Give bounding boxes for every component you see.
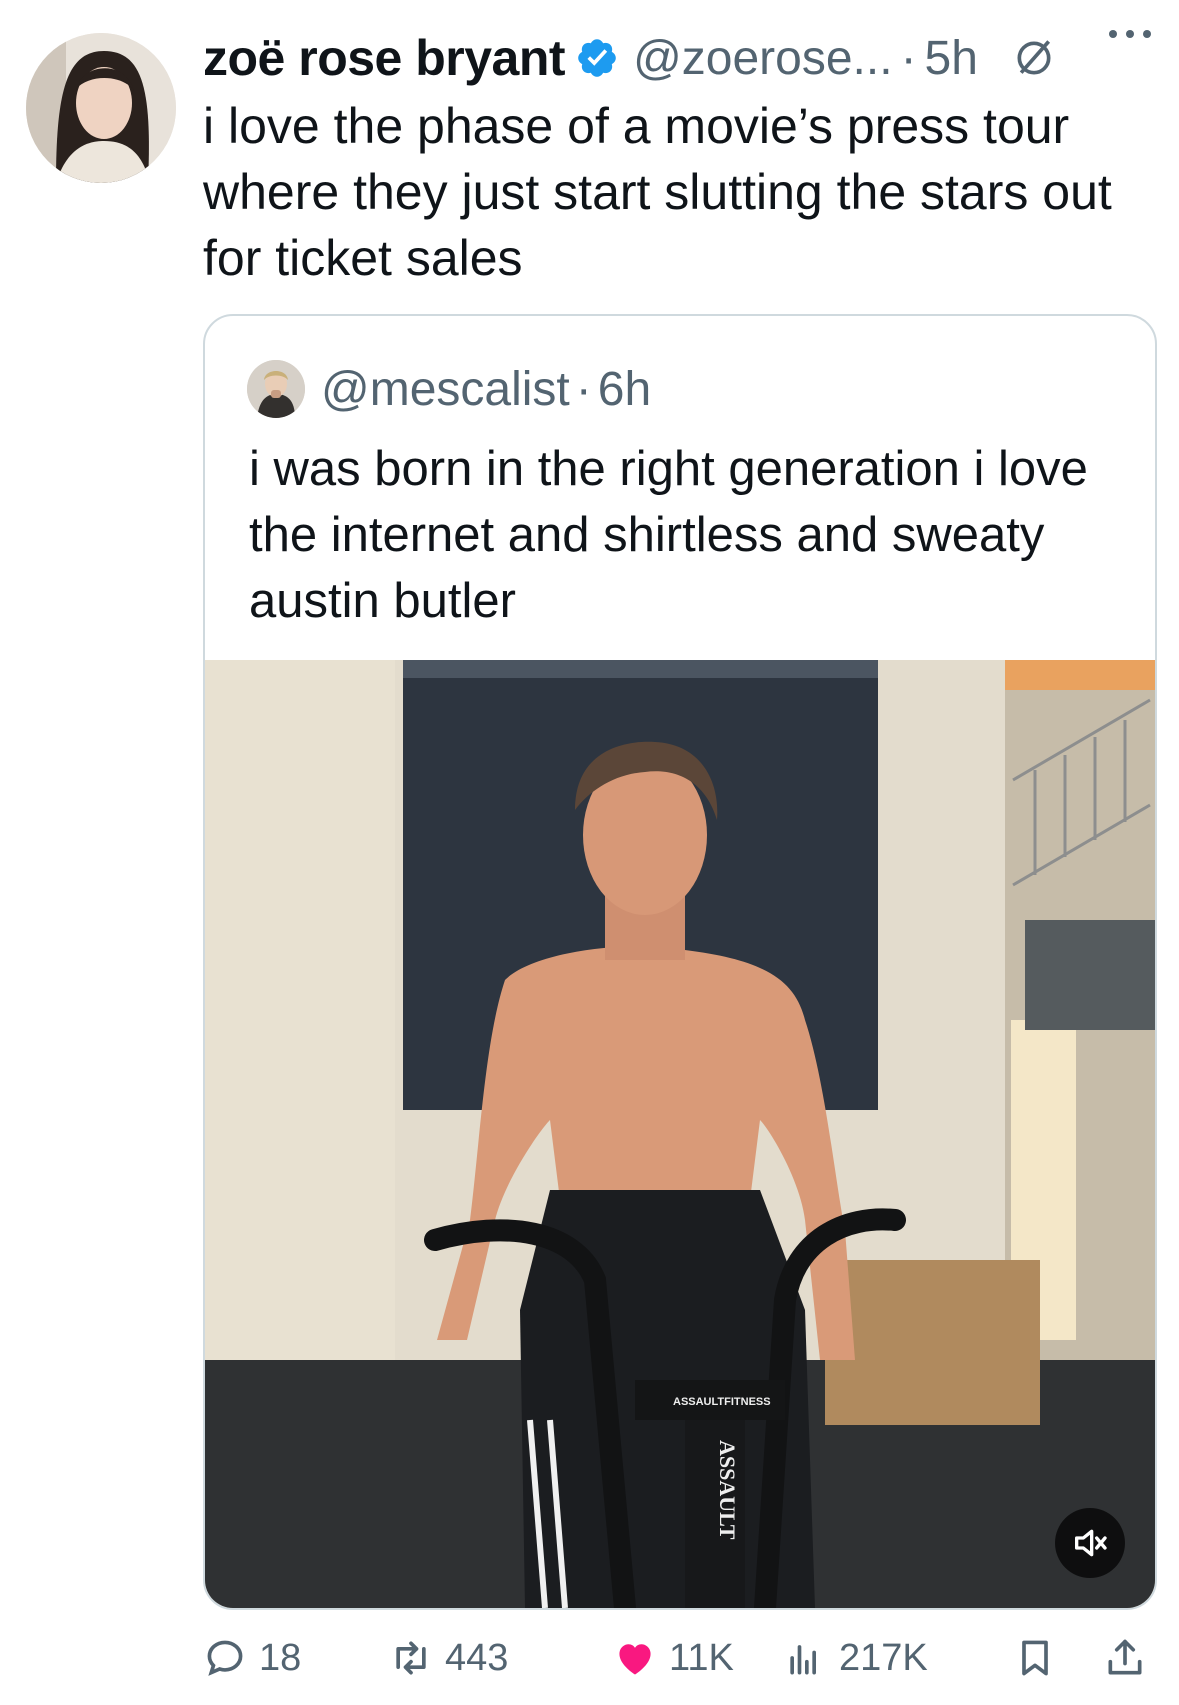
reply-button[interactable]: 18 — [203, 1628, 301, 1688]
quoted-handle[interactable]: @mescalist — [321, 362, 570, 417]
tweet-header: zoë rose bryant @zoerose... · 5h — [203, 22, 1163, 94]
author-handle[interactable]: @zoerose... — [633, 31, 893, 86]
muted-circle-icon — [1017, 40, 1051, 75]
quoted-tweet-card[interactable]: @mescalist · 6h i was born in the right … — [203, 314, 1157, 1610]
header-separator: · — [900, 31, 917, 85]
more-icon[interactable] — [1105, 24, 1155, 44]
like-button[interactable]: 11K — [613, 1628, 734, 1688]
like-icon — [619, 1644, 651, 1675]
repost-icon — [396, 1641, 426, 1675]
author-display-name[interactable]: zoë rose bryant — [203, 29, 566, 87]
media-brand-text: ASSAULTFITNESS — [673, 1396, 771, 1408]
reply-icon — [207, 1640, 243, 1676]
reply-count: 18 — [259, 1636, 302, 1679]
share-icon — [1108, 1639, 1142, 1675]
quoted-author-avatar[interactable] — [247, 360, 305, 418]
repost-count: 443 — [445, 1636, 509, 1679]
tweet-action-bar: 18 443 11K 217K — [203, 1628, 1163, 1688]
media-bike-text: ASSAULT — [715, 1440, 740, 1540]
views-button[interactable]: 217K — [783, 1628, 928, 1688]
quoted-tweet-text: i was born in the right generation i lov… — [249, 442, 1088, 628]
views-icon — [790, 1645, 816, 1675]
quoted-header: @mescalist · 6h — [247, 358, 651, 420]
share-button[interactable] — [1103, 1628, 1147, 1688]
views-count: 217K — [839, 1636, 928, 1679]
verified-badge-icon — [578, 39, 616, 77]
repost-button[interactable]: 443 — [389, 1628, 508, 1688]
bookmark-icon — [1022, 1640, 1048, 1676]
like-count: 11K — [669, 1636, 734, 1679]
tweet-timestamp[interactable]: 5h — [925, 31, 978, 86]
tweet-text: i love the phase of a movie’s press tour… — [203, 98, 1112, 286]
quoted-separator: · — [575, 362, 592, 416]
quoted-video[interactable]: ASSAULTFITNESS ASSAULT — [205, 660, 1155, 1608]
mute-toggle[interactable] — [1055, 1508, 1125, 1578]
quoted-timestamp[interactable]: 6h — [598, 362, 651, 417]
author-avatar[interactable] — [26, 33, 176, 183]
bookmark-button[interactable] — [1013, 1628, 1057, 1688]
mute-icon — [1075, 1529, 1107, 1557]
